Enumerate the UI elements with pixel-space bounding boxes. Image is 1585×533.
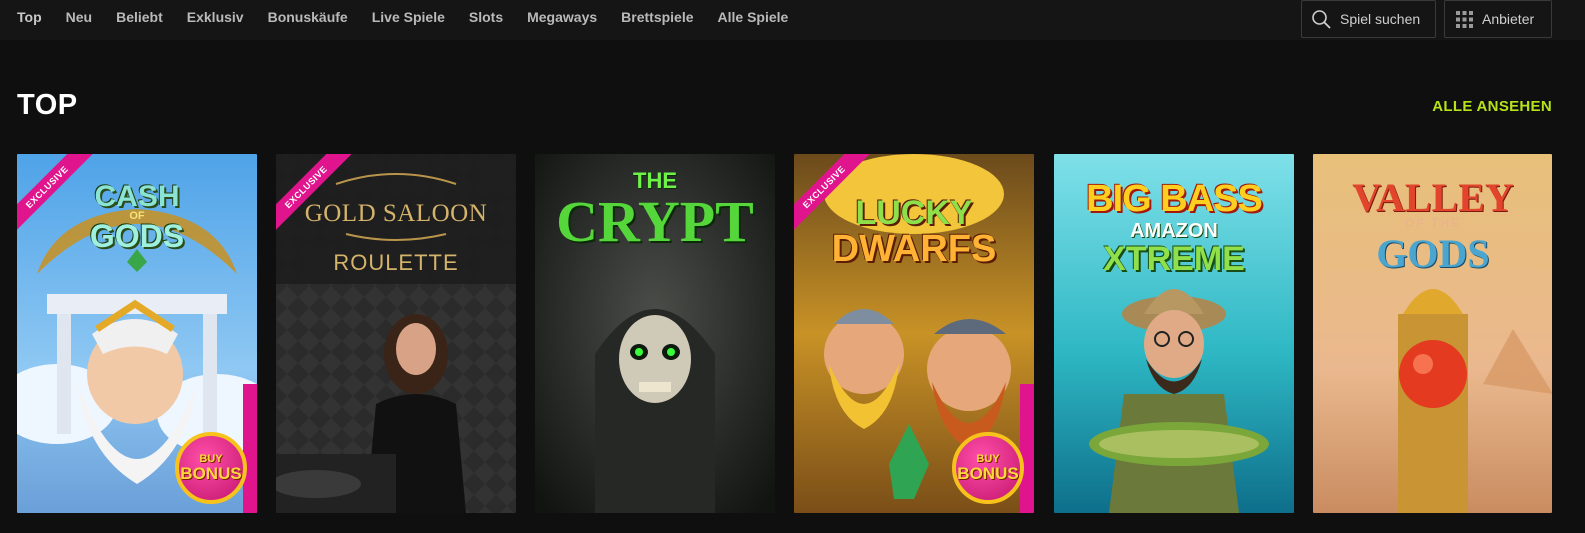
buy-bonus-badge: BUY BONUS — [952, 432, 1024, 504]
search-icon — [1312, 10, 1331, 29]
game-title-line1: VALLEY — [1352, 175, 1514, 220]
bonus-band — [243, 384, 257, 513]
tab-live-spiele[interactable]: Live Spiele — [372, 9, 445, 25]
section-title: TOP — [17, 89, 78, 121]
provider-label: Anbieter — [1482, 11, 1535, 27]
search-game-label: Spiel suchen — [1340, 11, 1421, 27]
game-title-line2: GODS — [89, 218, 185, 254]
game-tile-valley-of-the-gods[interactable]: VALLEY OF THE GODS — [1313, 154, 1552, 513]
game-tile-gold-saloon-roulette[interactable]: GOLD SALOON ROULETTE EXCLUSIVE — [276, 154, 516, 513]
tab-alle-spiele[interactable]: Alle Spiele — [718, 9, 789, 25]
tab-top[interactable]: Top — [17, 9, 42, 25]
game-title-of: OF THE — [1405, 216, 1461, 230]
category-tabs: Top Neu Beliebt Exklusiv Bonuskäufe Live… — [17, 0, 812, 34]
game-tile-cash-of-gods[interactable]: CASH OF GODS BUY BONUS EXCLUSIVE — [17, 154, 257, 513]
game-title-line1: BIG BASS — [1086, 178, 1263, 220]
badge-bottom-text: BONUS — [180, 464, 242, 483]
buy-bonus-badge: BUY BONUS — [175, 432, 247, 504]
search-game-button[interactable]: Spiel suchen — [1301, 0, 1436, 38]
game-title-main: CRYPT — [556, 189, 754, 254]
game-title-line2: GODS — [1376, 231, 1490, 276]
grid-icon — [1456, 10, 1473, 28]
game-title-line2: DWARFS — [831, 228, 997, 270]
tab-megaways[interactable]: Megaways — [527, 9, 597, 25]
game-tile-big-bass-amazon-xtreme[interactable]: BIG BASS AMAZON XTREME — [1054, 154, 1294, 513]
bonus-band — [1020, 384, 1034, 513]
badge-bottom-text: BONUS — [957, 464, 1019, 483]
game-tile-lucky-dwarfs[interactable]: LUCKY DWARFS BUY BONUS EXCLUSIVE — [794, 154, 1034, 513]
provider-button[interactable]: Anbieter — [1444, 0, 1552, 38]
game-tile-the-crypt[interactable]: THE CRYPT — [535, 154, 775, 513]
see-all-link[interactable]: ALLE ANSEHEN — [1429, 98, 1552, 115]
game-title-line1: GOLD SALOON — [304, 200, 488, 227]
tab-slots[interactable]: Slots — [469, 9, 503, 25]
game-title-line2: ROULETTE — [333, 250, 459, 275]
tab-neu[interactable]: Neu — [66, 9, 92, 25]
tab-exklusiv[interactable]: Exklusiv — [187, 9, 244, 25]
game-title-line3: XTREME — [1103, 240, 1245, 278]
top-navigation: Top Neu Beliebt Exklusiv Bonuskäufe Live… — [0, 0, 1585, 40]
tab-bonuskaeufe[interactable]: Bonuskäufe — [268, 9, 348, 25]
tab-beliebt[interactable]: Beliebt — [116, 9, 163, 25]
tab-brettspiele[interactable]: Brettspiele — [621, 9, 693, 25]
